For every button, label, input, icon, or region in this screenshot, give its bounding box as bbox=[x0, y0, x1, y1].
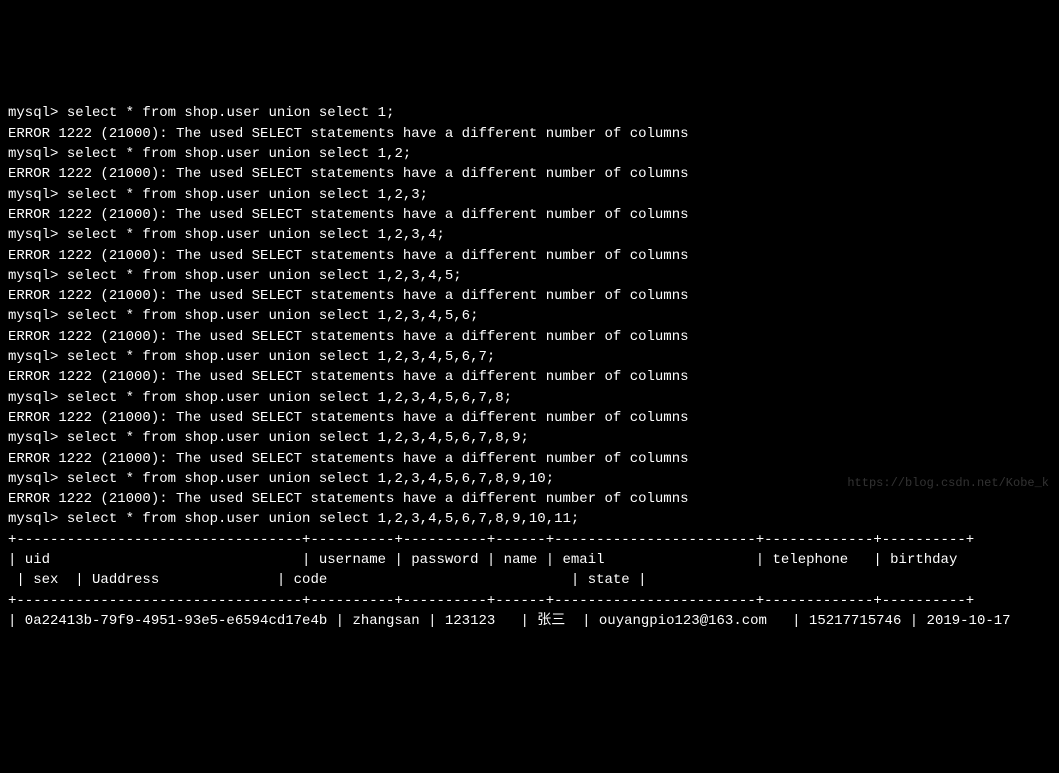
error-line-5: ERROR 1222 (21000): The used SELECT stat… bbox=[8, 288, 689, 304]
error-line-6: ERROR 1222 (21000): The used SELECT stat… bbox=[8, 329, 689, 345]
table-separator-mid: +----------------------------------+----… bbox=[8, 593, 974, 609]
table-separator-top: +----------------------------------+----… bbox=[8, 532, 974, 548]
table-header-row-1: | uid | username | password | name | ema… bbox=[8, 552, 966, 568]
table-header-row-2: | sex | Uaddress | code | state | bbox=[8, 572, 647, 588]
prompt-line-4: mysql> select * from shop.user union sel… bbox=[8, 227, 445, 243]
error-line-9: ERROR 1222 (21000): The used SELECT stat… bbox=[8, 451, 689, 467]
prompt-line-6: mysql> select * from shop.user union sel… bbox=[8, 308, 478, 324]
table-data-row: | 0a22413b-79f9-4951-93e5-e6594cd17e4b |… bbox=[8, 613, 1011, 629]
terminal-output: mysql> select * from shop.user union sel… bbox=[8, 83, 1051, 631]
prompt-line-3: mysql> select * from shop.user union sel… bbox=[8, 187, 428, 203]
error-line-4: ERROR 1222 (21000): The used SELECT stat… bbox=[8, 248, 689, 264]
error-line-10: ERROR 1222 (21000): The used SELECT stat… bbox=[8, 491, 689, 507]
error-line-3: ERROR 1222 (21000): The used SELECT stat… bbox=[8, 207, 689, 223]
prompt-line-8: mysql> select * from shop.user union sel… bbox=[8, 390, 512, 406]
prompt-line-7: mysql> select * from shop.user union sel… bbox=[8, 349, 495, 365]
prompt-line-1: mysql> select * from shop.user union sel… bbox=[8, 105, 394, 121]
prompt-line-5: mysql> select * from shop.user union sel… bbox=[8, 268, 462, 284]
error-line-1: ERROR 1222 (21000): The used SELECT stat… bbox=[8, 126, 689, 142]
prompt-line-2: mysql> select * from shop.user union sel… bbox=[8, 146, 411, 162]
error-line-2: ERROR 1222 (21000): The used SELECT stat… bbox=[8, 166, 689, 182]
prompt-line-final: mysql> select * from shop.user union sel… bbox=[8, 511, 579, 527]
error-line-7: ERROR 1222 (21000): The used SELECT stat… bbox=[8, 369, 689, 385]
error-line-8: ERROR 1222 (21000): The used SELECT stat… bbox=[8, 410, 689, 426]
prompt-line-10: mysql> select * from shop.user union sel… bbox=[8, 471, 554, 487]
prompt-line-9: mysql> select * from shop.user union sel… bbox=[8, 430, 529, 446]
